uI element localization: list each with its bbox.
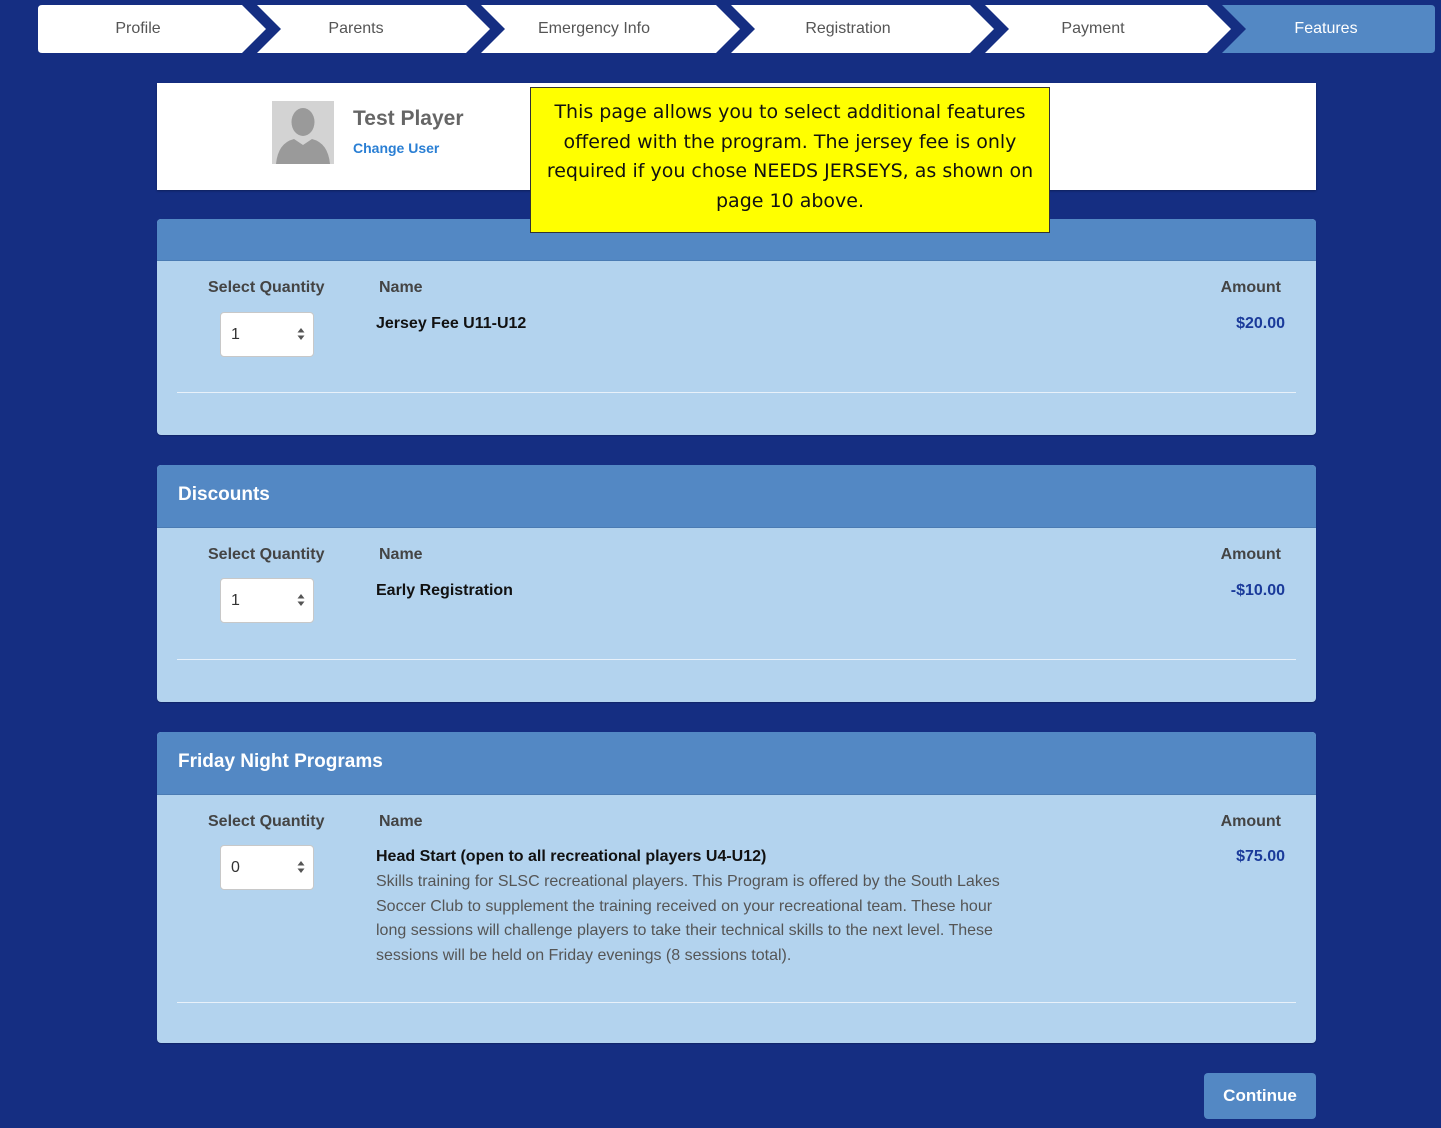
step-emergency-info[interactable]: Emergency Info [480, 5, 708, 53]
column-head-name: Name [379, 813, 423, 830]
column-head-amount: Amount [1220, 279, 1281, 296]
step-registration[interactable]: Registration [730, 5, 966, 53]
select-updown-arrows-icon [297, 327, 305, 346]
divider [177, 659, 1296, 660]
quantity-value: 1 [231, 592, 240, 609]
instruction-note: This page allows you to select additiona… [530, 87, 1050, 233]
item-name: Jersey Fee U11-U12 [376, 315, 527, 332]
step-parents[interactable]: Parents [256, 5, 456, 53]
user-avatar-icon [272, 101, 334, 164]
panel-jersey: Select Quantity Name Amount 1 Jersey Fee… [157, 219, 1316, 435]
panel-discounts: Discounts Select Quantity Name Amount 1 … [157, 465, 1316, 702]
quantity-select[interactable]: 1 [220, 312, 314, 357]
item-name: Head Start (open to all recreational pla… [376, 848, 767, 865]
panel-header: Friday Night Programs [157, 732, 1316, 795]
item-name: Early Registration [376, 582, 513, 599]
player-name: Test Player [353, 107, 464, 130]
select-updown-arrows-icon [297, 860, 305, 879]
progress-steps: Profile Parents Emergency Info Registrat… [38, 5, 1435, 53]
quantity-select[interactable]: 0 [220, 845, 314, 890]
item-amount: $75.00 [1236, 848, 1285, 865]
column-head-quantity: Select Quantity [208, 279, 325, 296]
quantity-value: 1 [231, 326, 240, 343]
step-payment[interactable]: Payment [984, 5, 1202, 53]
quantity-value: 0 [231, 859, 240, 876]
item-description: Skills training for SLSC recreational pl… [376, 873, 1000, 964]
column-head-quantity: Select Quantity [208, 813, 325, 830]
panel-friday-night-programs: Friday Night Programs Select Quantity Na… [157, 732, 1316, 1043]
column-head-name: Name [379, 279, 423, 296]
column-head-amount: Amount [1220, 813, 1281, 830]
divider [177, 1002, 1296, 1003]
item-amount: $20.00 [1236, 315, 1285, 332]
continue-button[interactable]: Continue [1204, 1073, 1316, 1119]
divider [177, 392, 1296, 393]
column-head-quantity: Select Quantity [208, 546, 325, 563]
step-features[interactable]: Features [1221, 5, 1431, 53]
change-user-link[interactable]: Change User [353, 140, 439, 156]
step-profile[interactable]: Profile [38, 5, 238, 53]
quantity-select[interactable]: 1 [220, 578, 314, 623]
panel-header: Discounts [157, 465, 1316, 528]
select-updown-arrows-icon [297, 593, 305, 612]
features-page: Profile Parents Emergency Info Registrat… [0, 0, 1441, 1128]
column-head-amount: Amount [1220, 546, 1281, 563]
item-amount: -$10.00 [1230, 582, 1285, 599]
column-head-name: Name [379, 546, 423, 563]
